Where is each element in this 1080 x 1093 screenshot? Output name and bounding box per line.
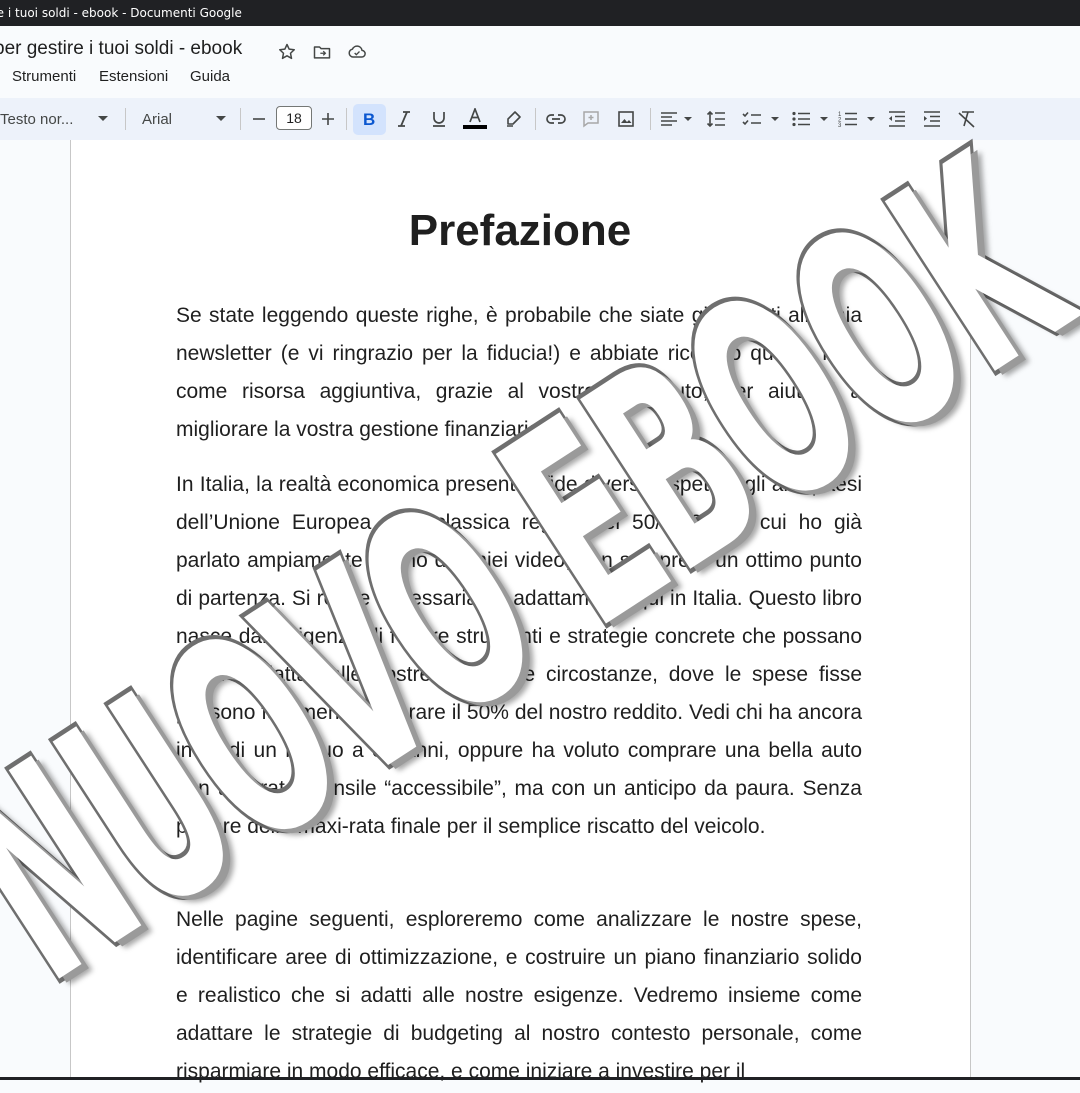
increase-size-icon[interactable] xyxy=(318,106,338,132)
numbered-list-icon[interactable]: 123 xyxy=(836,106,878,132)
menu-guida[interactable]: Guida xyxy=(190,68,230,85)
align-icon[interactable] xyxy=(658,106,694,132)
bulleted-list-icon[interactable] xyxy=(789,106,831,132)
line-spacing-icon[interactable] xyxy=(705,106,727,132)
link-icon[interactable] xyxy=(545,106,567,132)
document-title[interactable]: per gestire i tuoi soldi - ebook xyxy=(0,38,242,60)
svg-text:3: 3 xyxy=(838,123,842,128)
decrease-size-icon[interactable] xyxy=(249,106,269,132)
toolbar-divider xyxy=(535,108,536,130)
toolbar-divider xyxy=(346,108,347,130)
highlight-icon[interactable] xyxy=(502,106,524,132)
paragraph-2: In Italia, la realtà economica presenta … xyxy=(176,473,862,838)
italic-icon[interactable] xyxy=(393,106,415,132)
insert-image-icon[interactable] xyxy=(615,106,637,132)
decrease-indent-icon[interactable] xyxy=(886,106,908,132)
paragraph-style-label: Testo nor... xyxy=(0,110,74,128)
increase-indent-icon[interactable] xyxy=(921,106,943,132)
toolbar-divider xyxy=(240,108,241,130)
underline-icon[interactable] xyxy=(428,106,450,132)
bold-icon[interactable]: B xyxy=(358,106,380,132)
font-family-select[interactable]: Arial xyxy=(142,106,230,132)
window-title: re i tuoi soldi - ebook - Documenti Goog… xyxy=(0,6,242,20)
svg-text:B: B xyxy=(363,110,375,128)
window-titlebar: re i tuoi soldi - ebook - Documenti Goog… xyxy=(0,0,1080,26)
chevron-down-icon xyxy=(98,116,108,121)
toolbar-divider xyxy=(650,108,651,130)
paragraph-3: Nelle pagine seguenti, esploreremo come … xyxy=(176,908,862,1083)
clear-formatting-icon[interactable] xyxy=(956,106,978,132)
cloud-saved-icon[interactable] xyxy=(345,40,369,64)
docs-header: per gestire i tuoi soldi - ebook Strumen… xyxy=(0,26,1080,98)
page-heading: Prefazione xyxy=(408,206,632,255)
font-size-input[interactable]: 18 xyxy=(276,106,312,130)
move-folder-icon[interactable] xyxy=(310,40,334,64)
text-color-icon[interactable] xyxy=(463,105,487,131)
menu-strumenti[interactable]: Strumenti xyxy=(12,68,76,85)
font-family-label: Arial xyxy=(142,110,173,128)
menu-estensioni[interactable]: Estensioni xyxy=(99,68,168,85)
checklist-icon[interactable] xyxy=(740,106,782,132)
text-color-swatch xyxy=(463,124,487,129)
paragraph-style-select[interactable]: Testo nor... xyxy=(0,106,118,132)
chevron-down-icon xyxy=(216,116,226,121)
formatting-toolbar: Testo nor... Arial xyxy=(0,98,1080,140)
paragraph-1: Se state leggendo queste righe, è probab… xyxy=(176,304,862,441)
add-comment-icon[interactable] xyxy=(580,106,602,132)
toolbar-divider xyxy=(125,108,126,130)
star-icon[interactable] xyxy=(275,40,299,64)
